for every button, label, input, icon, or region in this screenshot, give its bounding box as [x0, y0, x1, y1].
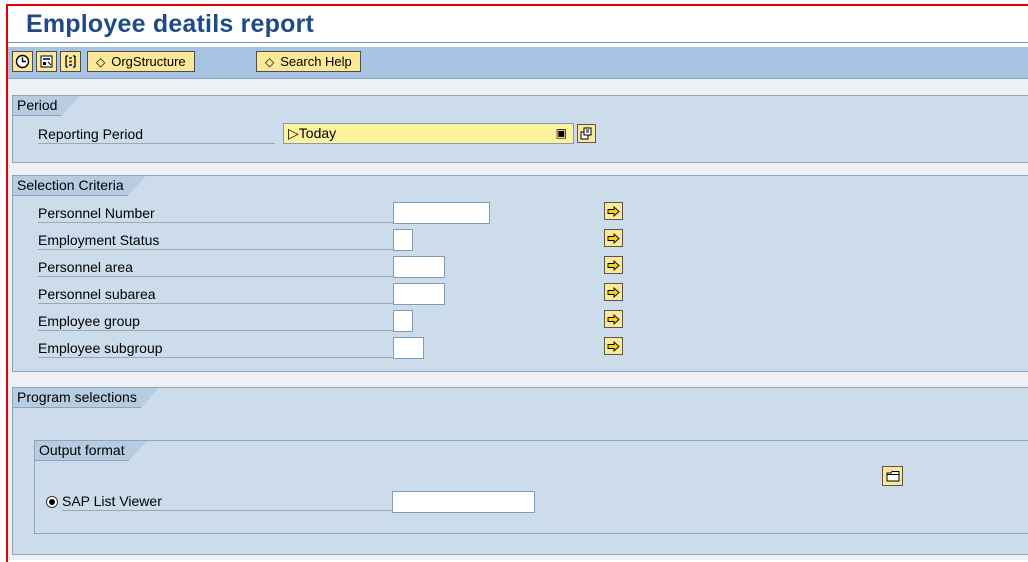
folder-layout-icon[interactable]	[882, 466, 903, 486]
sap-list-viewer-label: SAP List Viewer	[62, 493, 392, 511]
multiple-selection-arrow-icon[interactable]	[604, 256, 623, 274]
output-format-group: Output format SAP List Viewer	[34, 440, 1028, 534]
multiple-selection-arrow-icon[interactable]	[604, 283, 623, 301]
employee-subgroup-label: Employee subgroup	[38, 340, 393, 358]
multiple-selection-arrow-icon[interactable]	[604, 337, 623, 355]
period-marker-icon: ▷	[288, 125, 299, 141]
multiple-selection-arrow-icon[interactable]	[604, 229, 623, 247]
personnel-area-input[interactable]	[393, 256, 445, 278]
employee-group-input[interactable]	[393, 310, 413, 332]
program-selections-title: Program selections	[13, 388, 159, 408]
org-structure-button[interactable]: ◇ OrgStructure	[87, 51, 195, 72]
calendar-icon[interactable]: ▣	[556, 124, 567, 143]
sap-list-viewer-input[interactable]	[392, 491, 535, 513]
selection-criteria-group: Selection Criteria Personnel Number Empl…	[12, 175, 1028, 372]
period-group-title: Period	[13, 96, 79, 116]
execute-clock-icon[interactable]	[12, 51, 33, 72]
multiple-selection-arrow-icon[interactable]	[604, 310, 623, 328]
employment-status-label: Employment Status	[38, 232, 393, 250]
variant-icon[interactable]	[36, 51, 57, 72]
application-toolbar: ◇ OrgStructure ◇ Search Help	[8, 47, 1028, 79]
reporting-period-field[interactable]: ▷Today ▣	[283, 123, 574, 144]
period-group: Period Reporting Period ▷Today ▣	[12, 95, 1028, 163]
period-options-icon[interactable]	[577, 124, 596, 143]
multiple-selection-arrow-icon[interactable]	[604, 202, 623, 220]
search-help-label: Search Help	[280, 54, 352, 69]
employment-status-input[interactable]	[393, 229, 413, 251]
selection-options-icon[interactable]	[60, 51, 81, 72]
output-format-title: Output format	[35, 441, 147, 461]
selection-criteria-title: Selection Criteria	[13, 176, 146, 196]
personnel-number-input[interactable]	[393, 202, 490, 224]
employee-subgroup-input[interactable]	[393, 337, 424, 359]
personnel-subarea-label: Personnel subarea	[38, 286, 393, 304]
search-help-button[interactable]: ◇ Search Help	[256, 51, 361, 72]
employee-group-label: Employee group	[38, 313, 393, 331]
diamond-icon: ◇	[96, 54, 106, 69]
page-title: Employee deatils report	[26, 10, 315, 38]
personnel-subarea-input[interactable]	[393, 283, 445, 305]
diamond-icon: ◇	[265, 54, 275, 69]
org-structure-label: OrgStructure	[111, 54, 186, 69]
reporting-period-value: Today	[298, 125, 337, 141]
personnel-number-label: Personnel Number	[38, 205, 393, 223]
reporting-period-label: Reporting Period	[38, 126, 275, 144]
sap-list-viewer-radio[interactable]	[46, 496, 58, 508]
title-divider	[8, 42, 1028, 43]
personnel-area-label: Personnel area	[38, 259, 393, 277]
